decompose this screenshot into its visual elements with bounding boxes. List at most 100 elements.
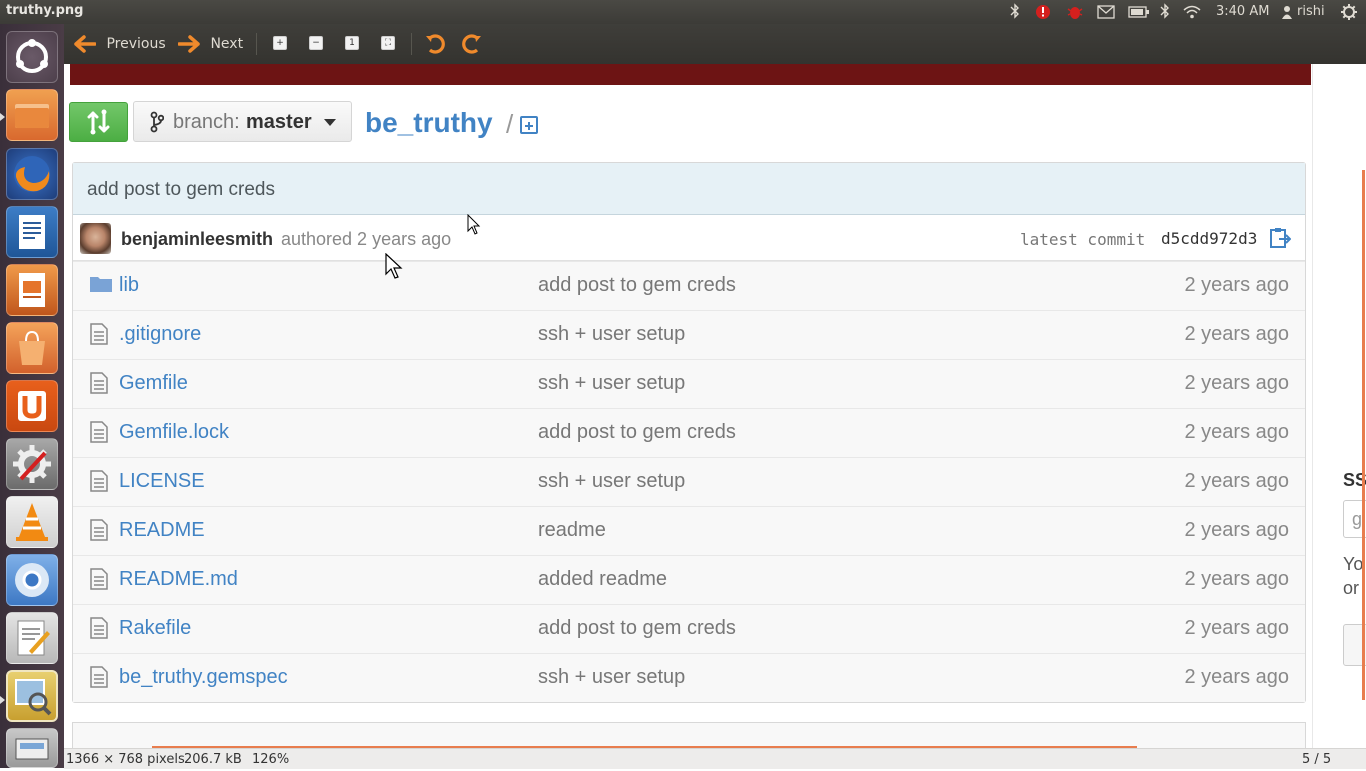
folder-icon [89, 274, 113, 300]
file-row[interactable]: Gemfile.lock add post to gem creds 2 years… [73, 408, 1305, 457]
file-commit-message[interactable]: ssh + user setup [538, 323, 685, 346]
file-commit-message[interactable]: ssh + user setup [538, 470, 685, 493]
file-icon [89, 519, 109, 547]
commit-message[interactable]: add post to gem creds [87, 179, 275, 201]
file-name-link[interactable]: be_truthy.gemspec [119, 666, 288, 689]
mouse-cursor-icon [385, 253, 403, 279]
file-name-link[interactable]: lib [119, 274, 139, 297]
file-name-link[interactable]: LICENSE [119, 470, 205, 493]
sidebar-text-line: Yo [1343, 554, 1364, 574]
chromium-icon[interactable] [6, 554, 58, 606]
next-button[interactable]: Next [177, 32, 243, 56]
file-age: 2 years ago [1184, 421, 1289, 443]
file-row[interactable]: README.md added readme 2 years ago [73, 555, 1305, 604]
file-name-link[interactable]: README.md [119, 568, 238, 591]
vlc-icon[interactable] [6, 496, 58, 548]
file-row[interactable]: LICENSE ssh + user setup 2 years ago [73, 457, 1305, 506]
file-row[interactable]: .gitignore ssh + user setup 2 years ago [73, 310, 1305, 359]
zoom-in-icon[interactable]: + [273, 36, 287, 50]
commit-title-bar: add post to gem creds [73, 163, 1305, 215]
page-header-bar [70, 64, 1311, 85]
file-icon [89, 372, 109, 400]
ubuntu-dash-icon[interactable] [6, 31, 58, 83]
file-row[interactable]: Rakefile add post to gem creds 2 years ago [73, 604, 1305, 653]
top-panel: truthy.png 3:40 AM rishi [0, 0, 1366, 24]
branch-selector[interactable]: branch: master [133, 101, 352, 142]
viewer-toolbar: Previous Next + − 1 ⛶ [64, 24, 1366, 64]
file-row[interactable]: lib add post to gem creds 2 years ago [73, 261, 1305, 310]
path-separator: / [506, 109, 514, 139]
file-age: 2 years ago [1184, 372, 1289, 394]
bug-alert-icon[interactable] [1034, 3, 1052, 21]
bluetooth-icon[interactable] [1010, 3, 1020, 21]
commit-meta: benjaminleesmith authored 2 years ago la… [73, 215, 1305, 261]
page-position: 5 / 5 [1302, 752, 1332, 767]
file-age: 2 years ago [1184, 274, 1289, 296]
compare-button[interactable] [69, 102, 128, 142]
file-commit-message[interactable]: ssh + user setup [538, 372, 685, 395]
scanner-icon[interactable] [6, 728, 58, 768]
mail-icon[interactable] [1097, 3, 1115, 21]
file-commit-message[interactable]: add post to gem creds [538, 421, 736, 444]
text-editor-icon[interactable] [6, 612, 58, 664]
file-age: 2 years ago [1184, 666, 1289, 688]
normal-size-icon[interactable]: 1 [345, 36, 359, 50]
file-commit-message[interactable]: readme [538, 519, 606, 542]
best-fit-icon[interactable]: ⛶ [381, 36, 395, 50]
file-row[interactable]: Gemfile ssh + user setup 2 years ago [73, 359, 1305, 408]
file-age: 2 years ago [1184, 568, 1289, 590]
file-age: 2 years ago [1184, 470, 1289, 492]
commit-author[interactable]: benjaminleesmith [121, 229, 273, 250]
arrow-right-icon [177, 35, 200, 53]
file-commit-message[interactable]: added readme [538, 568, 667, 591]
file-name-link[interactable]: README [119, 519, 205, 542]
file-icon [89, 323, 109, 351]
file-row[interactable]: README readme 2 years ago [73, 506, 1305, 555]
branch-prefix: branch: [173, 111, 240, 133]
files-icon[interactable] [6, 89, 58, 141]
avatar[interactable] [80, 223, 111, 254]
system-settings-icon[interactable] [6, 438, 58, 490]
file-browser: add post to gem creds benjaminleesmith a… [72, 162, 1306, 703]
file-name-link[interactable]: .gitignore [119, 323, 201, 346]
clipboard-icon[interactable] [1269, 227, 1292, 254]
file-name-link[interactable]: Gemfile [119, 372, 188, 395]
wifi-icon[interactable] [1182, 3, 1202, 21]
bug-alert-icon[interactable] [1066, 3, 1084, 21]
ubuntu-one-icon[interactable] [6, 380, 58, 432]
file-row[interactable]: be_truthy.gemspec ssh + user setup 2 years… [73, 653, 1305, 702]
user-icon[interactable] [1282, 3, 1292, 21]
power-gear-icon[interactable] [1340, 3, 1358, 21]
file-icon [89, 568, 109, 596]
previous-button[interactable]: Previous [74, 32, 166, 56]
file-name-link[interactable]: Gemfile.lock [119, 421, 229, 444]
file-commit-message[interactable]: add post to gem creds [538, 617, 736, 640]
image-canvas: branch: master be_truthy / add post to g… [64, 64, 1366, 748]
firefox-icon[interactable] [6, 148, 58, 200]
impress-icon[interactable] [6, 264, 58, 316]
zoom-out-icon[interactable]: − [309, 36, 323, 50]
new-file-icon[interactable] [520, 116, 538, 134]
battery-icon[interactable] [1128, 3, 1150, 21]
image-dimensions: 1366 × 768 pixels [66, 752, 185, 767]
user-name[interactable]: rishi [1297, 3, 1325, 21]
latest-commit-label: latest commit [1020, 230, 1146, 249]
mouse-cursor-icon [467, 214, 481, 235]
clock[interactable]: 3:40 AM [1216, 3, 1269, 21]
readme-box [72, 722, 1306, 748]
branch-name: master [246, 111, 312, 133]
image-viewer-icon[interactable] [6, 670, 58, 722]
file-commit-message[interactable]: add post to gem creds [538, 274, 736, 297]
repo-name-link[interactable]: be_truthy [365, 107, 493, 139]
bluetooth-icon[interactable] [1160, 3, 1170, 21]
writer-icon[interactable] [6, 206, 58, 258]
software-center-icon[interactable] [6, 322, 58, 374]
file-size: 206.7 kB [184, 752, 242, 767]
file-age: 2 years ago [1184, 519, 1289, 541]
commit-sha[interactable]: d5cdd972d3 [1161, 229, 1257, 248]
zoom-level: 126% [252, 752, 290, 767]
rotate-left-icon[interactable] [424, 32, 448, 56]
rotate-right-icon[interactable] [459, 32, 483, 56]
file-name-link[interactable]: Rakefile [119, 617, 191, 640]
file-commit-message[interactable]: ssh + user setup [538, 666, 685, 689]
